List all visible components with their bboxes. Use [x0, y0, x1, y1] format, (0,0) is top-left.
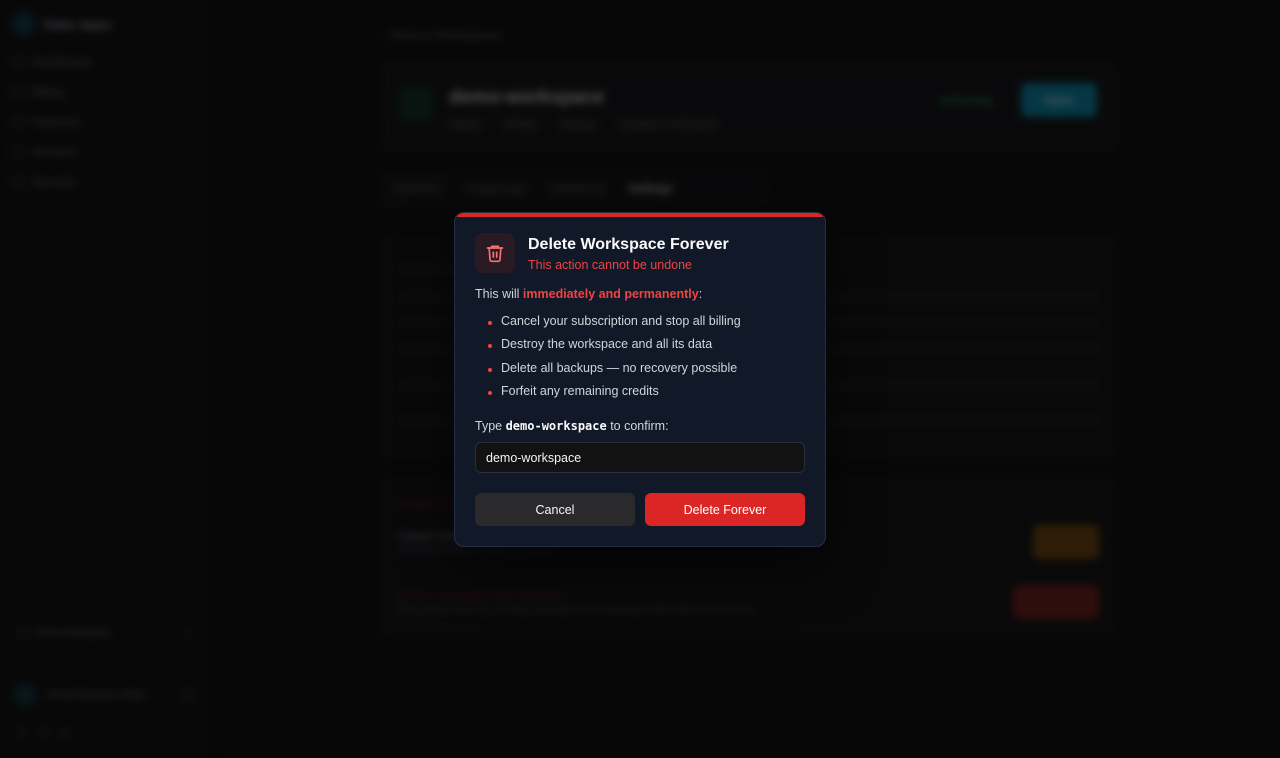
trash-icon: [475, 233, 515, 273]
confirm-code: demo-workspace: [505, 419, 607, 433]
confirm-prefix: Type: [475, 419, 506, 433]
warning-emphasis: immediately and permanently: [522, 287, 699, 301]
list-item: Delete all backups — no recovery possibl…: [488, 360, 741, 383]
list-item: Forfeit any remaining credits: [488, 383, 741, 406]
list-item: Cancel your subscription and stop all bi…: [488, 313, 741, 336]
confirm-name-input[interactable]: [475, 442, 805, 473]
danger-accent-bar: [455, 213, 825, 217]
warning-text: This will immediately and permanently:: [475, 287, 702, 301]
list-item: Destroy the workspace and all its data: [488, 336, 741, 359]
cancel-button-label: Cancel: [535, 502, 575, 517]
consequence-list: Cancel your subscription and stop all bi…: [488, 313, 741, 406]
dialog-subtitle: This action cannot be undone: [528, 258, 693, 272]
cancel-button[interactable]: Cancel: [475, 493, 635, 526]
delete-forever-label: Delete Forever: [683, 502, 767, 517]
confirm-suffix: to confirm:: [606, 419, 669, 433]
delete-forever-button[interactable]: Delete Forever: [645, 493, 805, 526]
delete-workspace-dialog: Delete Workspace Forever This action can…: [454, 212, 826, 547]
dialog-title: Delete Workspace Forever: [528, 236, 729, 253]
warning-prefix: This will: [475, 287, 523, 301]
warning-suffix: :: [698, 287, 703, 301]
confirm-instruction: Type demo-workspace to confirm:: [475, 419, 669, 433]
